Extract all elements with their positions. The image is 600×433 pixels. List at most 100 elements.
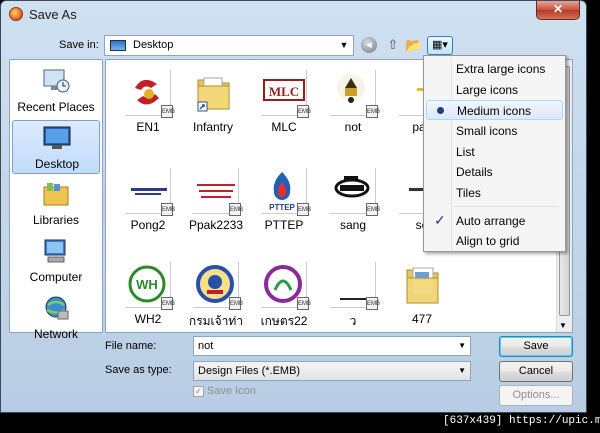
embroidery-thumbnail: EMB	[125, 168, 175, 216]
libraries-icon	[43, 183, 69, 206]
menu-item-auto-arrange[interactable]: ✓ Auto arrange	[426, 211, 563, 231]
menu-item-label: Extra large icons	[456, 62, 546, 76]
check-icon: ✓	[434, 212, 446, 228]
folder-shortcut-icon	[190, 70, 236, 116]
save-as-type-select[interactable]: Design Files (*.EMB) ▼	[193, 361, 471, 381]
app-icon	[9, 7, 23, 21]
embroidery-thumbnail: EMB	[125, 70, 175, 118]
place-libraries[interactable]: Libraries	[12, 177, 100, 231]
file-item[interactable]: PTTEP EMB PTTEP	[246, 162, 322, 246]
radio-bullet-icon	[437, 107, 444, 114]
menu-item-details[interactable]: Details	[426, 162, 563, 182]
network-icon	[45, 296, 69, 320]
menu-item-extra-large-icons[interactable]: Extra large icons	[426, 59, 563, 79]
save-in-combo[interactable]: Desktop ▼	[104, 35, 354, 56]
save-as-type-value: Design Files (*.EMB)	[198, 365, 301, 377]
checkbox-icon[interactable]: ✓	[193, 386, 204, 397]
file-item[interactable]: EMB เกษตร22	[246, 256, 322, 340]
menu-item-label: Small icons	[456, 124, 518, 138]
file-name: เกษตร22	[260, 314, 308, 328]
file-name: 477	[411, 312, 433, 326]
file-name-value: not	[198, 340, 214, 352]
file-name: not	[344, 120, 362, 134]
place-label: Libraries	[32, 213, 80, 227]
embroidery-thumbnail: EMB	[330, 262, 380, 310]
menu-item-label: Auto arrange	[456, 214, 526, 228]
menu-item-label: Large icons	[456, 83, 519, 97]
file-name: WH2	[134, 312, 162, 326]
menu-item-label: List	[456, 145, 475, 159]
embroidery-thumbnail: EMB	[330, 168, 380, 216]
desktop-icon	[43, 126, 71, 149]
close-button[interactable]: ✕	[536, 1, 580, 20]
file-item[interactable]: WH EMB WH2	[110, 256, 186, 340]
options-button[interactable]: Options...	[499, 385, 573, 406]
back-icon[interactable]: ◂	[361, 37, 377, 53]
menu-separator	[454, 206, 559, 207]
scroll-down-icon[interactable]: ▼	[559, 321, 567, 330]
up-folder-icon[interactable]: ⇧	[384, 36, 402, 54]
place-recent-places[interactable]: Recent Places	[12, 64, 100, 118]
file-item[interactable]: Infantry	[175, 64, 251, 148]
file-name: PTTEP	[264, 218, 304, 232]
menu-item-label: Medium icons	[457, 104, 532, 118]
file-name: MLC	[271, 120, 297, 134]
embroidery-thumbnail: EMB	[330, 70, 380, 118]
menu-item-small-icons[interactable]: Small icons	[426, 121, 563, 141]
menu-item-label: Tiles	[456, 186, 481, 200]
file-item[interactable]: EMB sang	[315, 162, 391, 246]
place-label: Computer	[29, 270, 83, 284]
place-desktop[interactable]: Desktop	[12, 120, 100, 174]
place-computer[interactable]: Computer	[12, 234, 100, 288]
file-name: Ppak2233	[188, 218, 244, 232]
chevron-down-icon[interactable]: ▼	[458, 341, 466, 350]
toolbar: Save in: Desktop ▼ ◂ ⇧ 📂 ▦▾	[9, 33, 579, 57]
chevron-down-icon[interactable]: ▼	[458, 366, 466, 375]
menu-item-label: Align to grid	[456, 234, 520, 248]
save-icon-label: Save Icon	[207, 385, 256, 397]
file-name-field[interactable]: not ▼	[193, 336, 471, 356]
embroidery-thumbnail: EMB	[261, 262, 311, 310]
menu-item-list[interactable]: List	[426, 142, 563, 162]
file-item[interactable]: 477	[384, 256, 460, 340]
recent-places-icon	[43, 69, 70, 93]
folder-icon	[399, 262, 445, 308]
image-credit: [637x439] https://upic.me/	[443, 415, 600, 427]
file-name: Infantry	[192, 120, 234, 134]
embroidery-thumbnail: EMB	[193, 168, 243, 216]
save-button[interactable]: Save	[499, 336, 573, 357]
save-in-label: Save in:	[59, 39, 99, 51]
cancel-button[interactable]: Cancel	[499, 361, 573, 382]
save-form: File name: not ▼ Save as type: Design Fi…	[9, 335, 584, 409]
view-menu: Extra large icons Large icons Medium ico…	[423, 55, 566, 252]
window-title: Save As	[29, 7, 77, 22]
file-item[interactable]: EMB Pong2	[110, 162, 186, 246]
embroidery-thumbnail: WH EMB	[125, 262, 175, 310]
menu-item-large-icons[interactable]: Large icons	[426, 80, 563, 100]
menu-item-medium-icons[interactable]: Medium icons	[426, 100, 563, 120]
file-item[interactable]: EMB not	[315, 64, 391, 148]
embroidery-thumbnail: MLC EMB	[261, 70, 311, 118]
new-folder-icon[interactable]: 📂	[405, 36, 423, 54]
embroidery-thumbnail: EMB	[193, 262, 243, 310]
menu-item-tiles[interactable]: Tiles	[426, 183, 563, 203]
views-menu-button[interactable]: ▦▾	[427, 36, 453, 55]
file-name: กรมเจ้าท่า	[188, 314, 244, 328]
menu-item-label: Details	[456, 165, 493, 179]
file-item[interactable]: EMB Ppak2233	[178, 162, 254, 246]
file-name: Pong2	[130, 218, 166, 232]
file-name: ว	[349, 314, 357, 328]
place-label: Desktop	[34, 157, 80, 171]
file-name-label: File name:	[105, 340, 157, 352]
chevron-down-icon[interactable]: ▼	[337, 38, 351, 52]
embroidery-thumbnail: PTTEP EMB	[261, 168, 311, 216]
save-in-value: Desktop	[133, 39, 174, 51]
menu-item-align-to-grid[interactable]: Align to grid	[426, 231, 563, 251]
computer-icon	[44, 239, 66, 263]
place-label: Recent Places	[17, 100, 95, 114]
file-item[interactable]: MLC EMB MLC	[246, 64, 322, 148]
save-as-type-label: Save as type:	[105, 364, 172, 376]
file-item[interactable]: EMB ว	[315, 256, 391, 340]
file-item[interactable]: EMB กรมเจ้าท่า	[178, 256, 254, 340]
save-as-dialog: Save As ✕ Save in: Desktop ▼ ◂ ⇧ 📂 ▦▾ Re…	[0, 0, 587, 413]
